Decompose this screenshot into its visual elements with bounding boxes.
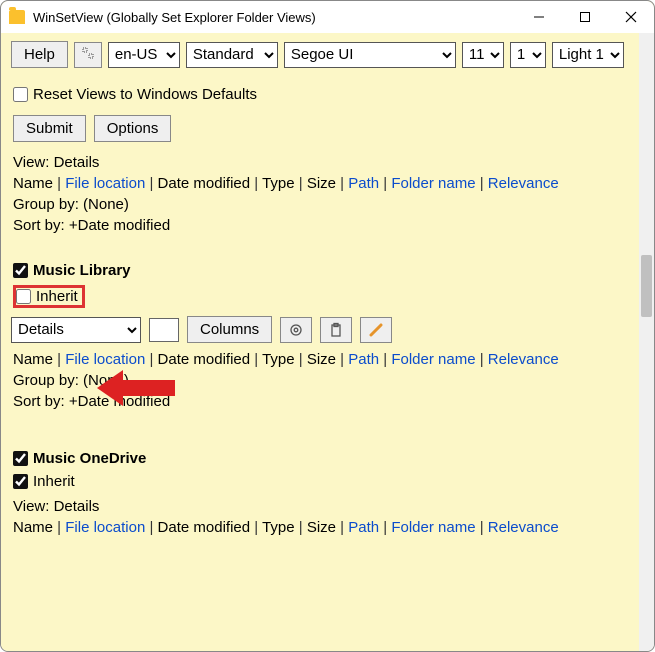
columns-line-2: Name | File location | Date modified | T… xyxy=(5,349,635,370)
music-onedrive-title: Music OneDrive xyxy=(33,450,146,467)
music-library-inherit-row: Inherit xyxy=(5,283,635,314)
content-area: Help en-US Standard Segoe UI 11 1 Light … xyxy=(1,33,639,651)
window-buttons xyxy=(516,1,654,33)
minimize-button[interactable] xyxy=(516,1,562,33)
preset-select[interactable]: Standard xyxy=(186,42,278,68)
columns-button[interactable]: Columns xyxy=(187,316,272,343)
font-select[interactable]: Segoe UI xyxy=(284,42,456,68)
submit-button[interactable]: Submit xyxy=(13,115,86,142)
language-select[interactable]: en-US xyxy=(108,42,180,68)
column-link[interactable]: Relevance xyxy=(488,351,559,368)
column-link[interactable]: File location xyxy=(65,351,145,368)
music-onedrive-inherit-row: Inherit xyxy=(5,471,635,496)
music-library-header: Music Library xyxy=(5,258,635,283)
column-link[interactable]: File location xyxy=(65,519,145,536)
top-toolbar: Help en-US Standard Segoe UI 11 1 Light … xyxy=(1,33,639,76)
music-onedrive-checkbox[interactable] xyxy=(13,451,28,466)
music-library-inherit-checkbox[interactable] xyxy=(16,289,31,304)
inherit-highlight: Inherit xyxy=(13,285,85,308)
scrollbar-thumb[interactable] xyxy=(641,255,652,317)
action-row: Submit Options xyxy=(1,111,639,152)
sort-line: Sort by: +Date modified xyxy=(5,215,635,236)
reset-label: Reset Views to Windows Defaults xyxy=(33,86,257,103)
music-onedrive-inherit-label: Inherit xyxy=(33,473,75,490)
music-library-inherit-label: Inherit xyxy=(36,288,78,305)
folder-icon xyxy=(9,10,25,24)
titlebar: WinSetView (Globally Set Explorer Folder… xyxy=(1,1,654,33)
column-link[interactable]: Relevance xyxy=(488,175,559,192)
options-button[interactable]: Options xyxy=(94,115,172,142)
view-line: View: Details xyxy=(5,152,635,173)
close-button[interactable] xyxy=(608,1,654,33)
sections: View: Details Name | File location | Dat… xyxy=(1,152,639,538)
gear-icon[interactable] xyxy=(280,317,312,343)
fontsize-select[interactable]: 11 xyxy=(462,42,504,68)
client-area: Help en-US Standard Segoe UI 11 1 Light … xyxy=(1,33,654,651)
column-link[interactable]: Folder name xyxy=(391,351,475,368)
window-title: WinSetView (Globally Set Explorer Folder… xyxy=(33,10,316,25)
expand-button[interactable] xyxy=(74,42,102,68)
small-box[interactable] xyxy=(149,318,179,342)
column-link[interactable]: Folder name xyxy=(391,519,475,536)
ml-sort-line: Sort by: +Date modified xyxy=(5,391,635,412)
clipboard-icon[interactable] xyxy=(320,317,352,343)
column-link[interactable]: Path xyxy=(348,351,379,368)
columns-line-3: Name | File location | Date modified | T… xyxy=(5,517,635,538)
reset-checkbox[interactable] xyxy=(13,87,28,102)
column-link[interactable]: Relevance xyxy=(488,519,559,536)
vertical-scrollbar[interactable] xyxy=(639,33,654,651)
view-select[interactable]: Details xyxy=(11,317,141,343)
ml-group-line: Group by: (None) xyxy=(5,370,635,391)
music-library-title: Music Library xyxy=(33,262,131,279)
size2-select[interactable]: 1 xyxy=(510,42,546,68)
weight-select[interactable]: Light 1 xyxy=(552,42,624,68)
maximize-button[interactable] xyxy=(562,1,608,33)
app-window: WinSetView (Globally Set Explorer Folder… xyxy=(0,0,655,652)
columns-line-1: Name | File location | Date modified | T… xyxy=(5,173,635,194)
column-link[interactable]: File location xyxy=(65,175,145,192)
help-button[interactable]: Help xyxy=(11,41,68,68)
music-onedrive-inherit-checkbox[interactable] xyxy=(13,474,28,489)
reset-row: Reset Views to Windows Defaults xyxy=(1,76,639,111)
column-link[interactable]: Folder name xyxy=(391,175,475,192)
mod-view-line: View: Details xyxy=(5,496,635,517)
music-library-controls: Details Columns xyxy=(5,314,635,349)
pencil-icon[interactable] xyxy=(360,317,392,343)
column-link[interactable]: Path xyxy=(348,175,379,192)
music-onedrive-header: Music OneDrive xyxy=(5,446,635,471)
column-link[interactable]: Path xyxy=(348,519,379,536)
music-library-checkbox[interactable] xyxy=(13,263,28,278)
group-line: Group by: (None) xyxy=(5,194,635,215)
